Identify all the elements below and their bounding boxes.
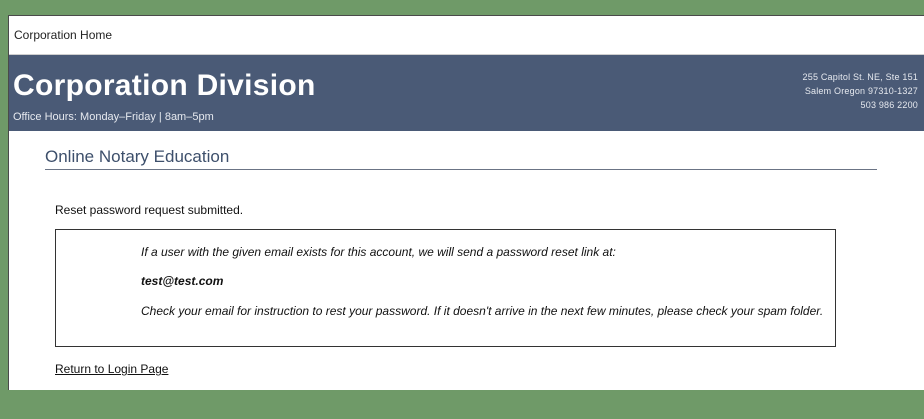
- email-address: test@test.com: [141, 274, 224, 288]
- site-title: Corporation Division: [13, 69, 316, 102]
- address-line-2: Salem Oregon 97310-1327: [804, 86, 918, 96]
- address-line-1: 255 Capitol St. NE, Ste 151: [802, 72, 918, 82]
- info-box: If a user with the given email exists fo…: [55, 229, 836, 347]
- header-banner: Corporation Division Office Hours: Monda…: [9, 55, 924, 131]
- info-instructions: Check your email for instruction to rest…: [141, 304, 824, 318]
- page-heading: Online Notary Education: [45, 147, 877, 170]
- contact-address: 255 Capitol St. NE, Ste 151 Salem Oregon…: [803, 70, 918, 112]
- status-message: Reset password request submitted.: [55, 203, 244, 217]
- page-frame: Corporation Home Corporation Division Of…: [8, 15, 924, 390]
- phone-number: 503 986 2200: [860, 100, 918, 110]
- top-nav-bar: Corporation Home: [9, 16, 924, 55]
- office-hours: Office Hours: Monday–Friday | 8am–5pm: [13, 111, 214, 123]
- corporation-home-link[interactable]: Corporation Home: [14, 28, 112, 42]
- info-text: If a user with the given email exists fo…: [141, 245, 616, 259]
- return-to-login-link[interactable]: Return to Login Page: [55, 362, 168, 376]
